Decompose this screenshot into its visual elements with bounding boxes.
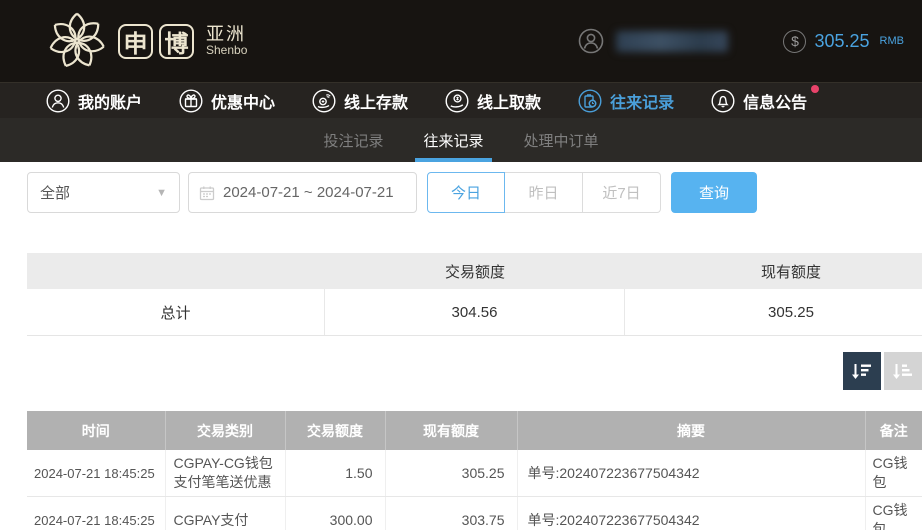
last7days-button[interactable]: 近7日 [583,172,661,213]
header-right: $ 305.25 RMB [578,28,904,54]
search-button[interactable]: 查询 [671,172,757,213]
col-header-amount: 交易额度 [285,411,386,450]
username-redacted [616,30,729,52]
nav-label: 线上存款 [344,94,409,112]
summary-table: 交易额度 现有额度 总计 304.56 305.25 [27,253,922,336]
cell-time: 2024-07-21 18:45:25 [27,496,166,530]
sub-tabbar: 投注记录 往来记录 处理中订单 [0,118,922,162]
cell-summary: 单号:202407223677504342 [517,496,866,530]
bell-icon [711,88,735,113]
summary-total-transaction: 304.56 [325,289,625,335]
balance-currency: RMB [879,35,904,47]
balance-chip[interactable]: $ 305.25 RMB [783,29,904,53]
summary-total-row: 总计 304.56 305.25 [27,289,922,336]
sort-ascending-icon [893,364,912,379]
cell-balance: 305.25 [385,450,518,497]
nav-item-promotions[interactable]: 优惠中心 [179,88,276,113]
sort-ascending-button[interactable] [884,352,922,390]
col-header-type: 交易类别 [165,411,286,450]
cell-type: CGPAY支付 [165,496,286,530]
main-nav: 我的账户 优惠中心 线上存款 线上取款 往来记录 信息公告 [0,82,922,118]
cell-remark: CG钱包 [865,496,922,530]
type-select-value: 全部 [40,185,71,202]
cell-summary: 单号:202407223677504342 [517,450,866,497]
logo-char-2: 博 [159,23,194,59]
sort-descending-icon [852,364,871,379]
logo-char-1: 申 [118,23,153,59]
summary-total-label: 总计 [27,289,325,335]
records-table: 时间 交易类别 交易额度 现有额度 摘要 备注 2024-07-21 18:45… [27,411,922,530]
top-header: 申 博 亚洲 Shenbo $ 305.25 RMB [0,0,922,82]
nav-label: 线上取款 [477,94,542,112]
nav-item-my-account[interactable]: 我的账户 [46,88,143,113]
content: 全部 ▼ 2024-07-21 ~ 2024-07-21 今日 昨日 近7日 查… [0,162,922,530]
nav-label: 优惠中心 [211,94,276,112]
nav-item-records[interactable]: 往来记录 [578,88,675,113]
col-header-time: 时间 [27,411,166,450]
chevron-down-icon: ▼ [156,186,167,199]
gift-icon [179,88,203,113]
date-range-value: 2024-07-21 ~ 2024-07-21 [223,184,394,201]
logo-characters: 申 博 [118,23,194,59]
user-icon [578,28,604,54]
cell-type: CGPAY-CG钱包支付笔笔送优惠 [165,450,286,497]
quick-range-group: 今日 昨日 近7日 [427,172,661,213]
logo-region: 亚洲 [206,24,246,45]
table-row: 2024-07-21 18:45:25 CGPAY支付 300.00 303.7… [27,496,922,530]
cell-remark: CG钱包 [865,450,922,497]
tab-betting-records[interactable]: 投注记录 [319,118,387,162]
tab-processing-orders[interactable]: 处理中订单 [520,118,603,162]
notification-dot [811,84,820,93]
records-header-row: 时间 交易类别 交易额度 现有额度 摘要 备注 [27,411,922,450]
withdraw-hand-icon [445,88,469,113]
col-header-remark: 备注 [865,411,922,450]
cell-amount: 300.00 [285,496,386,530]
summary-header-balance: 现有额度 [760,263,821,281]
col-header-summary: 摘要 [517,411,866,450]
filter-row: 全部 ▼ 2024-07-21 ~ 2024-07-21 今日 昨日 近7日 查… [27,172,922,213]
nav-item-deposit[interactable]: 线上存款 [312,88,409,113]
cell-time: 2024-07-21 18:45:25 [27,450,166,497]
nav-item-withdraw[interactable]: 线上取款 [445,88,542,113]
cell-balance: 303.75 [385,496,518,530]
sort-descending-button[interactable] [843,352,881,390]
tab-transaction-records[interactable]: 往来记录 [415,118,492,162]
nav-label: 往来记录 [610,94,675,112]
summary-total-balance: 305.25 [768,303,814,321]
col-header-balance: 现有额度 [385,411,518,450]
records-clipboard-icon [578,88,602,113]
site-logo[interactable]: 申 博 亚洲 Shenbo [46,10,247,72]
nav-label: 信息公告 [743,94,808,112]
table-row: 2024-07-21 18:45:25 CGPAY-CG钱包支付笔笔送优惠 1.… [27,450,922,497]
nav-label: 我的账户 [78,94,143,112]
calendar-icon [199,186,215,200]
date-range-input[interactable]: 2024-07-21 ~ 2024-07-21 [188,172,417,213]
summary-header-transaction: 交易额度 [444,263,505,281]
user-account-chip[interactable] [578,28,729,54]
logo-text: 亚洲 Shenbo [206,25,247,56]
deposit-hand-icon [312,88,336,113]
flower-logo-icon [49,12,105,68]
yesterday-button[interactable]: 昨日 [505,172,583,213]
dollar-coin-icon: $ [783,29,807,53]
user-circle-icon [46,88,70,113]
today-button[interactable]: 今日 [427,172,505,213]
type-select[interactable]: 全部 ▼ [27,172,180,213]
cell-amount: 1.50 [285,450,386,497]
nav-item-announcements[interactable]: 信息公告 [711,84,820,113]
logo-subtitle: Shenbo [206,43,248,58]
summary-header-row: 交易额度 现有额度 [27,253,922,289]
sort-controls [27,352,922,390]
balance-amount: 305.25 [814,30,870,51]
